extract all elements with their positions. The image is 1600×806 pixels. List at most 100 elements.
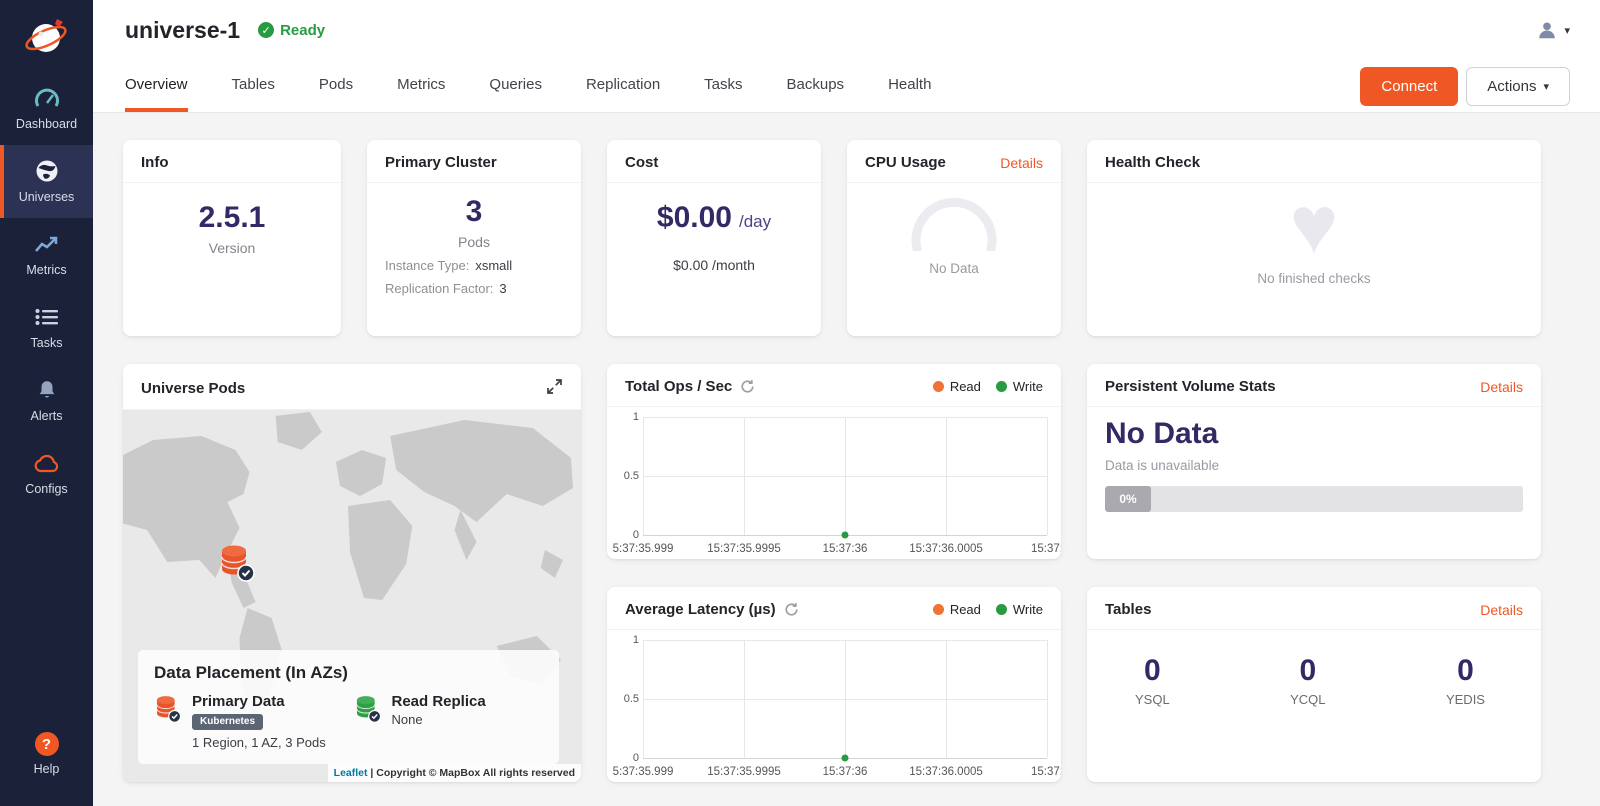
x-tick: 5:37:35.999	[613, 766, 674, 778]
cost-card: Cost $0.00 /day $0.00 /month	[607, 140, 821, 336]
tab-metrics[interactable]: Metrics	[397, 60, 445, 112]
card-title: Tables	[1105, 601, 1151, 618]
card-title: Info	[141, 154, 169, 171]
volume-unavailable-text: Data is unavailable	[1105, 458, 1523, 473]
sidebar: Dashboard Universes Metrics Tasks	[0, 0, 93, 806]
map-attribution: Leaflet | Copyright © MapBox All rights …	[328, 764, 581, 782]
y-tick: 1	[611, 411, 639, 423]
universes-globe-icon	[2, 158, 91, 184]
help-question-icon: ?	[35, 732, 59, 756]
instance-type-label: Instance Type:	[385, 258, 469, 273]
ops-plot: 1 0.5 0 5:37:35.999 15:37:35.9995 15:37:…	[607, 407, 1061, 559]
tab-backups[interactable]: Backups	[787, 60, 845, 112]
x-tick: 15:37:35.9995	[707, 766, 781, 778]
cpu-details-link[interactable]: Details	[1000, 155, 1043, 171]
read-replica-block: Read Replica None	[354, 693, 544, 750]
y-tick: 0.5	[611, 470, 639, 482]
card-title: Health Check	[1105, 154, 1200, 171]
primary-database-icon	[154, 693, 182, 725]
tab-health[interactable]: Health	[888, 60, 931, 112]
connect-button[interactable]: Connect	[1360, 67, 1458, 106]
volume-details-link[interactable]: Details	[1480, 379, 1523, 395]
volume-usage-bar: 0%	[1105, 486, 1523, 512]
replication-factor-label: Replication Factor:	[385, 281, 493, 296]
write-legend-label: Write	[1013, 379, 1043, 394]
cpu-gauge-icon	[906, 197, 1002, 251]
tables-details-link[interactable]: Details	[1480, 602, 1523, 618]
world-map[interactable]: Data Placement (In AZs)	[123, 410, 581, 782]
chevron-down-icon: ▾	[1543, 80, 1549, 93]
write-legend-dot	[996, 604, 1007, 615]
sidebar-item-label: Universes	[19, 190, 75, 204]
ycql-label: YCQL	[1290, 692, 1325, 707]
x-tick: 15:37:36	[823, 766, 868, 778]
primary-data-label: Primary Data	[192, 693, 326, 710]
dashboard-gauge-icon	[2, 85, 91, 111]
refresh-icon[interactable]	[740, 379, 755, 394]
primary-data-detail: 1 Region, 1 AZ, 3 Pods	[192, 735, 326, 750]
user-avatar-icon	[1536, 19, 1558, 41]
write-legend-dot	[996, 381, 1007, 392]
ycql-count-block: 0 YCQL	[1290, 654, 1325, 782]
tab-tasks[interactable]: Tasks	[704, 60, 742, 112]
data-placement-panel: Data Placement (In AZs)	[138, 650, 559, 764]
card-title: Cost	[625, 154, 658, 171]
leaflet-link[interactable]: Leaflet	[334, 767, 368, 779]
yedis-label: YEDIS	[1446, 692, 1485, 707]
refresh-icon[interactable]	[784, 602, 799, 617]
sidebar-item-help[interactable]: ? Help	[0, 719, 93, 790]
primary-data-block: Primary Data Kubernetes 1 Region, 1 AZ, …	[154, 693, 344, 750]
tab-replication[interactable]: Replication	[586, 60, 660, 112]
expand-icon[interactable]	[546, 378, 563, 398]
card-title: CPU Usage	[865, 154, 946, 171]
tab-pods[interactable]: Pods	[319, 60, 353, 112]
yedis-count: 0	[1446, 654, 1485, 688]
sidebar-item-tasks[interactable]: Tasks	[0, 291, 93, 364]
read-legend-dot	[933, 381, 944, 392]
sidebar-item-dashboard[interactable]: Dashboard	[0, 72, 93, 145]
app-root: Dashboard Universes Metrics Tasks	[0, 0, 1600, 806]
health-check-card: Health Check ♥ No finished checks	[1087, 140, 1541, 336]
sidebar-item-label: Dashboard	[16, 117, 77, 131]
user-menu[interactable]: ▾	[1536, 19, 1570, 41]
tab-queries[interactable]: Queries	[489, 60, 542, 112]
attribution-text: | Copyright © MapBox All rights reserved	[370, 767, 575, 779]
tasks-list-icon	[2, 304, 91, 330]
pods-count: 3	[466, 195, 483, 229]
yugabyte-logo[interactable]	[0, 0, 93, 72]
x-tick: 5:37:35.999	[613, 543, 674, 555]
y-tick: 0	[611, 752, 639, 764]
ready-check-icon: ✓	[258, 22, 274, 38]
card-title: Primary Cluster	[385, 154, 497, 171]
actions-button[interactable]: Actions▾	[1466, 67, 1570, 106]
instance-type-value: xsmall	[475, 258, 512, 273]
read-legend-label: Read	[950, 602, 981, 617]
x-tick: 15:37:36	[823, 543, 868, 555]
x-tick: 15:37:36.0005	[909, 543, 983, 555]
sidebar-item-alerts[interactable]: Alerts	[0, 364, 93, 437]
universe-pods-card: Universe Pods	[123, 364, 581, 782]
sidebar-item-configs[interactable]: Configs	[0, 437, 93, 510]
tab-overview[interactable]: Overview	[125, 60, 188, 112]
replica-database-icon	[354, 693, 382, 725]
universe-header: universe-1 ✓ Ready ▾	[93, 0, 1600, 60]
yedis-count-block: 0 YEDIS	[1446, 654, 1485, 782]
main-area: universe-1 ✓ Ready ▾ Overview Tables Pod…	[93, 0, 1600, 806]
chart-legend: Read Write	[933, 379, 1043, 394]
x-tick: 15:37:	[1031, 543, 1061, 555]
primary-cluster-map-marker[interactable]	[218, 542, 256, 589]
sidebar-item-universes[interactable]: Universes	[0, 145, 93, 218]
tab-tables[interactable]: Tables	[232, 60, 275, 112]
tables-card: Tables Details 0 YSQL 0 YCQL 0	[1087, 587, 1541, 782]
chart-title: Total Ops / Sec	[625, 378, 732, 395]
pods-label: Pods	[458, 234, 490, 250]
sidebar-item-label: Tasks	[31, 336, 63, 350]
sidebar-item-metrics[interactable]: Metrics	[0, 218, 93, 291]
replication-factor-value: 3	[499, 281, 506, 296]
sidebar-item-label: Metrics	[26, 263, 66, 277]
x-tick: 15:37:35.9995	[707, 543, 781, 555]
volume-no-data: No Data	[1105, 417, 1523, 451]
chart-legend: Read Write	[933, 602, 1043, 617]
card-title: Persistent Volume Stats	[1105, 378, 1276, 395]
y-tick: 1	[611, 634, 639, 646]
